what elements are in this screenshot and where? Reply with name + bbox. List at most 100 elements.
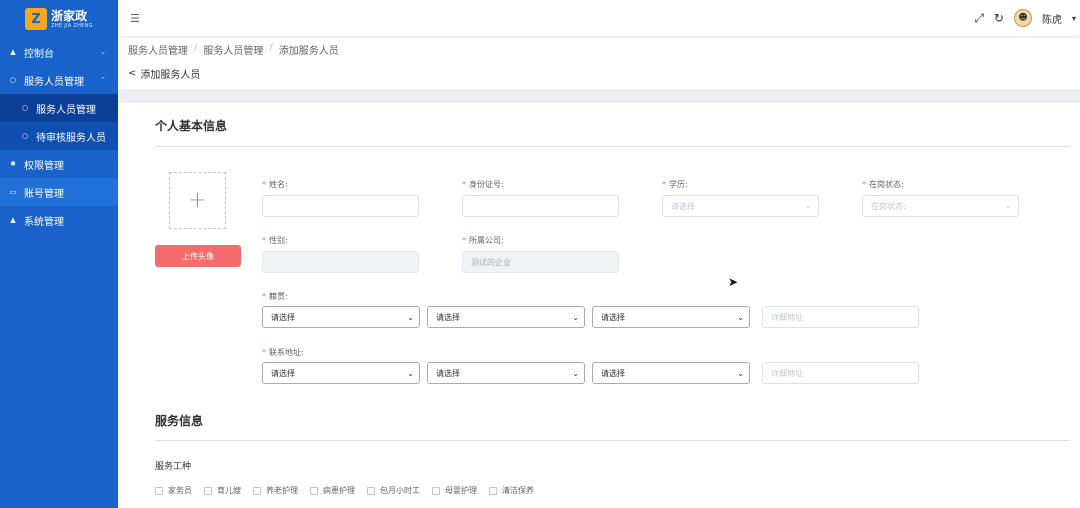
avatar[interactable]: ☻ [1013, 9, 1032, 27]
service-type-label: 包月小时工 [380, 486, 420, 495]
select-placeholder: 请选择 [601, 368, 625, 378]
back-button[interactable]: < 添加服务人员 [128, 66, 200, 81]
gender-label: * 性别: [262, 236, 288, 245]
fullscreen-icon[interactable]: ⤢ [974, 11, 984, 26]
logo-subtitle: ZHE JIA ZHENG [51, 22, 93, 29]
chevron-down-icon: ⌄ [1005, 202, 1011, 210]
upload-avatar-button[interactable]: 上传头像 [155, 245, 241, 267]
native-province-select[interactable]: 请选择 ⌄ [262, 306, 420, 328]
checkbox-box[interactable] [489, 486, 497, 495]
company-input[interactable]: 测试的企业 [462, 251, 619, 273]
detail-placeholder: 详细地址 [771, 312, 803, 322]
checkbox-box[interactable] [155, 486, 163, 495]
service-type-checkbox[interactable]: 育儿嫂 [204, 485, 241, 496]
checkbox-box[interactable] [432, 486, 440, 495]
service-type-checkbox[interactable]: 清洁保养 [489, 485, 534, 496]
status-placeholder: 在岗状态: [871, 201, 906, 211]
person-icon: ▲ [10, 48, 16, 56]
sidebar-item-label: 待审核服务人员 [36, 132, 106, 144]
service-type-checkbox[interactable]: 母婴护理 [432, 485, 477, 496]
circle-icon: ○ [21, 132, 29, 140]
service-type-label: 母婴护理 [445, 486, 477, 495]
native-district-select[interactable]: 请选择 ⌄ [592, 306, 750, 328]
logo-box: Z 浙家政 ZHE JIA ZHENG [25, 8, 93, 30]
back-label: 添加服务人员 [140, 70, 201, 81]
gray-band [118, 89, 1080, 103]
refresh-icon[interactable]: ↻ [994, 11, 1004, 25]
sidebar-item-label: 服务人员管理 [36, 104, 96, 116]
checkbox-box[interactable] [310, 486, 318, 495]
gender-input[interactable] [262, 251, 419, 273]
native-city-select[interactable]: 请选择 ⌄ [427, 306, 585, 328]
service-type-label: 清洁保养 [502, 486, 534, 495]
circle-icon: ○ [9, 76, 17, 84]
breadcrumb-item[interactable]: 服务人员管理 [128, 42, 188, 57]
sidebar-item-staff-list[interactable]: ○ 服务人员管理 [0, 94, 118, 122]
checkbox-box[interactable] [204, 486, 212, 495]
address-city-select[interactable]: 请选择 ⌄ [427, 362, 585, 384]
sidebar-item-dashboard[interactable]: ▲ 控制台 ⌄ [0, 38, 118, 66]
chevron-down-icon: ⌄ [572, 312, 579, 322]
chevron-down-icon: ⌄ [737, 312, 744, 322]
chevron-down-icon: ⌄ [100, 48, 106, 56]
service-types-label: 服务工种 [155, 462, 192, 472]
chevron-down-icon: ⌄ [737, 368, 744, 378]
gear-icon: ✹ [10, 160, 16, 168]
select-placeholder: 请选择 [271, 368, 295, 378]
id-number-label: * 身份证号: [462, 180, 504, 189]
checkbox-box[interactable] [253, 486, 261, 495]
top-header: ☰ ⤢ ↻ ☻ 陈虎 ▾ [118, 0, 1080, 36]
native-detail-input[interactable]: 详细地址 [762, 306, 919, 328]
service-type-checkbox[interactable]: 病患护理 [310, 485, 355, 496]
breadcrumb-separator: / [269, 42, 273, 53]
service-type-checkbox[interactable]: 家务员 [155, 485, 192, 496]
chevron-down-icon: ⌄ [407, 312, 414, 322]
checkbox-box[interactable] [367, 486, 375, 495]
status-label: * 在岗状态: [862, 180, 904, 189]
logo: Z 浙家政 ZHE JIA ZHENG [0, 0, 118, 38]
sidebar-item-pending-review[interactable]: ○ 待审核服务人员 [0, 122, 118, 150]
breadcrumb-item[interactable]: 服务人员管理 [203, 42, 263, 57]
sidebar-item-system[interactable]: ▲ 系统管理 [0, 206, 118, 234]
chevron-left-icon: < [128, 68, 137, 79]
id-number-input[interactable] [462, 195, 619, 217]
name-label: * 姓名: [262, 180, 288, 189]
form-card: 个人基本信息 + 上传头像 * 姓名: * 身份证号: * 学历: 请选择 ⌄ * 在岗… [128, 103, 1080, 508]
education-select[interactable]: 请选择 ⌄ [662, 195, 819, 217]
service-type-checkbox[interactable]: 包月小时工 [367, 485, 420, 496]
address-district-select[interactable]: 请选择 ⌄ [592, 362, 750, 384]
select-placeholder: 请选择 [436, 368, 460, 378]
service-type-label: 病患护理 [323, 486, 355, 495]
header-right: ⤢ ↻ ☻ 陈虎 ▾ [974, 0, 1080, 36]
service-type-checkbox[interactable]: 养老护理 [253, 485, 298, 496]
sidebar-item-label: 控制台 [24, 48, 54, 60]
sidebar-item-label: 权限管理 [24, 160, 64, 172]
sidebar: Z 浙家政 ZHE JIA ZHENG ▲ 控制台 ⌄ ○ 服务人员管理 ⌃ ○ [0, 0, 118, 508]
person-icon: ▲ [10, 216, 16, 224]
sidebar-item-label: 服务人员管理 [24, 76, 84, 88]
address-detail-input[interactable]: 详细地址 [762, 362, 919, 384]
name-input[interactable] [262, 195, 419, 217]
divider [155, 440, 1070, 441]
logo-mark-icon: Z [25, 8, 48, 30]
native-place-label: * 籍贯: [262, 292, 288, 301]
app-root: Z 浙家政 ZHE JIA ZHENG ▲ 控制台 ⌄ ○ 服务人员管理 ⌃ ○ [0, 0, 1080, 508]
username[interactable]: 陈虎 [1042, 11, 1062, 26]
service-types-group: 家务员 育儿嫂 养老护理 病患护理 包月小时工 母婴护理 清洁保养 [155, 485, 534, 496]
section-title-basic: 个人基本信息 [155, 119, 228, 133]
section-title-service: 服务信息 [155, 414, 204, 428]
address-province-select[interactable]: 请选择 ⌄ [262, 362, 420, 384]
sidebar-menu: ▲ 控制台 ⌄ ○ 服务人员管理 ⌃ ○ 服务人员管理 ○ 待审核服务人员 ✹ … [0, 38, 118, 234]
sidebar-item-permissions[interactable]: ✹ 权限管理 [0, 150, 118, 178]
divider [155, 146, 1070, 147]
menu-toggle-icon[interactable]: ☰ [130, 12, 140, 25]
status-select[interactable]: 在岗状态: ⌄ [862, 195, 1019, 217]
chevron-down-icon: ⌄ [805, 202, 811, 210]
address-label: * 联系地址: [262, 348, 304, 357]
avatar-upload-box[interactable]: + [169, 172, 226, 229]
sidebar-item-accounts[interactable]: ▭ 账号管理 [0, 178, 118, 206]
caret-down-icon[interactable]: ▾ [1072, 14, 1076, 23]
sidebar-item-staff-management[interactable]: ○ 服务人员管理 ⌃ [0, 66, 118, 94]
select-placeholder: 请选择 [436, 312, 460, 322]
chevron-down-icon: ⌄ [572, 368, 579, 378]
